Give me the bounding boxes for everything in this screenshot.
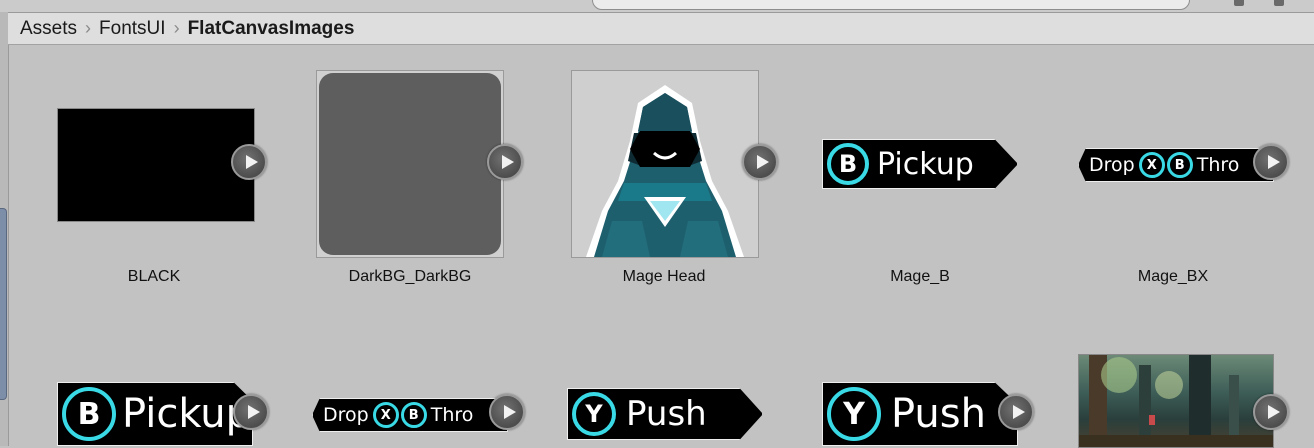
lock-icon[interactable] [1234, 0, 1244, 6]
badge-text: Push [891, 391, 986, 437]
badge-text: Push [626, 394, 707, 434]
thumbnail: B Pickup [822, 139, 1018, 189]
play-icon[interactable] [487, 144, 523, 180]
b-button-icon: B [1166, 152, 1193, 178]
forest-image [1078, 354, 1274, 448]
play-icon[interactable] [231, 144, 267, 180]
scrollbar[interactable] [0, 208, 7, 400]
b-button-icon: B [62, 387, 116, 441]
b-button-icon: B [827, 143, 869, 185]
y-button-icon: Y [572, 392, 616, 436]
asset-label: DarkBG_DarkBG [348, 268, 472, 285]
badge-text-right: Thro [1196, 154, 1240, 176]
thumbnail: Drop X B Thro [312, 398, 508, 432]
b-button-icon: B [400, 402, 427, 428]
chevron-right-icon: › [85, 18, 92, 38]
badge-text-left: Drop [1089, 154, 1135, 176]
badge-text: Pickup [877, 146, 974, 182]
y-button-icon: Y [827, 387, 881, 441]
play-icon[interactable] [489, 394, 525, 430]
thumbnail: Y Push [567, 388, 763, 440]
x-button-icon: X [372, 402, 399, 428]
play-icon[interactable] [998, 394, 1034, 430]
badge-text-left: Drop [323, 404, 369, 426]
search-field[interactable] [592, 0, 1190, 10]
asset-label: BLACK [127, 268, 181, 285]
breadcrumb-fontsui[interactable]: FontsUI [95, 18, 170, 40]
thumbnail: Y Push [822, 382, 1018, 446]
breadcrumb-assets[interactable]: Assets [16, 18, 81, 40]
thumbnail: Drop X B Thro [1078, 148, 1274, 182]
thumbnail [57, 108, 255, 222]
play-icon[interactable] [233, 394, 269, 430]
asset-label: Mage_BX [1137, 268, 1209, 285]
breadcrumb-current[interactable]: FlatCanvasImages [184, 18, 359, 40]
play-icon[interactable] [1253, 394, 1289, 430]
menu-icon[interactable] [1274, 0, 1284, 6]
badge-text: Pickup [122, 391, 252, 437]
toolbar [0, 0, 1314, 12]
play-icon[interactable] [1253, 144, 1289, 180]
play-icon[interactable] [742, 144, 778, 180]
project-tree-pane [0, 12, 9, 446]
breadcrumb: Assets › FontsUI › FlatCanvasImages [8, 12, 1314, 45]
x-button-icon: X [1138, 152, 1165, 178]
thumbnail: B Pickup [57, 382, 253, 446]
mage-head-image [571, 70, 759, 258]
chevron-right-icon: › [173, 18, 180, 38]
asset-label: Mage Head [622, 268, 706, 285]
badge-text-right: Thro [430, 404, 474, 426]
asset-label: Mage_B [890, 268, 950, 285]
thumbnail-frame [316, 70, 504, 258]
